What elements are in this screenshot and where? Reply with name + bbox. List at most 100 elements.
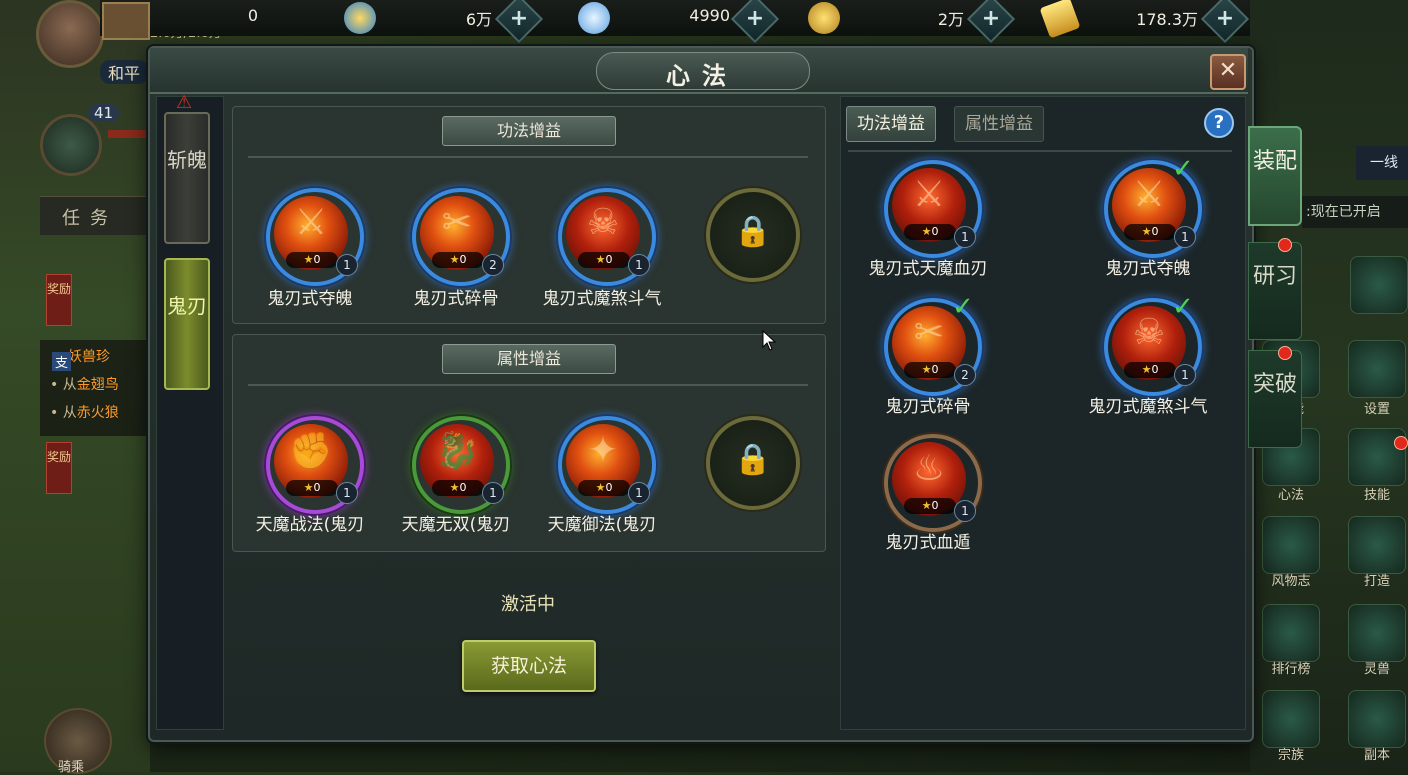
skill-name: 鬼刃式血遁 (885, 533, 971, 553)
player-level: 41 (88, 104, 120, 122)
menu-clan-icon[interactable] (1262, 690, 1320, 748)
section-header: 功法增益 (442, 116, 616, 146)
mount-label: 骑乘 (58, 760, 85, 775)
owned-skill-slot[interactable]: ☠ ✓ ★0 1 (1104, 292, 1202, 396)
star-count: ★0 (1124, 362, 1176, 378)
dialog-title: 心法 (666, 61, 738, 90)
mouse-cursor-icon (762, 330, 777, 351)
quest-title: 妖兽珍 (68, 349, 110, 365)
menu-label: 副本 (1363, 748, 1390, 763)
skill-slot[interactable]: ☠ ★0 1 (558, 188, 656, 286)
owned-skill-slot[interactable]: ♨ ★0 1 (884, 434, 982, 532)
resource-value: 6万 (465, 10, 492, 29)
tab-zhanpo[interactable]: 斩魄 (164, 112, 210, 244)
hp-bar (108, 130, 150, 138)
skill-level: 1 (1174, 364, 1196, 386)
bone-crush-icon: ✂ (441, 202, 473, 243)
task-label: 任务 (62, 208, 118, 229)
tab-attribute-bonus[interactable]: 属性增益 (954, 106, 1044, 142)
quest-prefix: • 从 (50, 405, 77, 421)
skill-slot[interactable]: ✦ ★0 1 (558, 416, 656, 514)
resource-value: 0 (247, 6, 258, 25)
star-count: ★0 (432, 252, 484, 268)
level-orb[interactable] (40, 114, 102, 176)
skill-level: 1 (336, 482, 358, 504)
skill-name: 天魔无双(鬼刃 (401, 515, 511, 535)
skill-level: 1 (954, 226, 976, 248)
owned-skill-slot[interactable]: ✂ ✓ ★0 2 (884, 292, 982, 396)
menu-codex-icon[interactable] (1262, 516, 1320, 574)
system-notice: :现在已开启 (1302, 196, 1408, 228)
star-count: ★0 (578, 480, 630, 496)
lock-icon: 🔒 (734, 442, 772, 477)
plus-icon: + (509, 6, 529, 32)
equipped-check-icon: ✓ (1172, 154, 1194, 184)
skill-level: 1 (628, 482, 650, 504)
skill-level: 1 (1174, 226, 1196, 248)
blade-icon: ⚔ (294, 202, 328, 243)
menu-label: 灵兽 (1363, 662, 1390, 677)
owned-skill-slot[interactable]: ⚔ ★0 1 (884, 160, 982, 258)
locked-slot[interactable]: 🔒 (706, 188, 800, 282)
tab-equip[interactable]: 装配 (1248, 126, 1302, 226)
lock-icon: 🔒 (734, 214, 772, 249)
acquire-xinfa-button[interactable]: 获取心法 (462, 640, 596, 692)
star-count: ★0 (432, 480, 484, 496)
skill-level: 1 (336, 254, 358, 276)
gold-coin-icon (808, 2, 840, 34)
menu-ranking-icon[interactable] (1262, 604, 1320, 662)
help-icon[interactable]: ? (1204, 108, 1234, 138)
book-icon[interactable] (102, 2, 150, 40)
fist-icon: ✊ (288, 431, 334, 472)
tab-breakthrough[interactable]: 突破 (1248, 350, 1302, 448)
skill-name: 鬼刃式夺魄 (1105, 259, 1191, 279)
divider (248, 384, 808, 386)
skill-name: 天魔战法(鬼刃 (255, 515, 365, 535)
skill-name: 鬼刃式夺魄 (267, 289, 353, 309)
skill-slot[interactable]: ⚔ ★0 1 (266, 188, 364, 286)
tab-skill-bonus[interactable]: 功法增益 (846, 106, 936, 142)
equipped-check-icon: ✓ (1172, 292, 1194, 322)
skill-level: 1 (628, 254, 650, 276)
quest-target[interactable]: 金翅鸟 (77, 377, 119, 393)
owned-skill-slot[interactable]: ⚔ ✓ ★0 1 (1104, 154, 1202, 258)
menu-pet-icon[interactable] (1348, 604, 1406, 662)
jade-disc-icon (578, 2, 610, 34)
fullscreen-icon[interactable] (1350, 256, 1408, 314)
skill-slot[interactable]: ✂ ★0 2 (412, 188, 510, 286)
menu-forge-icon[interactable] (1348, 516, 1406, 574)
section-header: 属性增益 (442, 344, 616, 374)
alert-dot (1394, 436, 1408, 450)
skill-level: 2 (482, 254, 504, 276)
slash-icon: ✦ (587, 430, 619, 471)
menu-label: 排行榜 (1271, 662, 1311, 677)
star-count: ★0 (904, 224, 956, 240)
player-avatar[interactable] (36, 0, 104, 68)
menu-label: 风物志 (1271, 574, 1311, 589)
tab-study[interactable]: 研习 (1248, 242, 1302, 340)
skill-level: 2 (954, 364, 976, 386)
quest-target[interactable]: 赤火狼 (77, 405, 119, 421)
channel-label[interactable]: 一线 (1356, 146, 1408, 180)
star-count: ★0 (578, 252, 630, 268)
skill-name: 鬼刃式碎骨 (413, 289, 499, 309)
skill-slot[interactable]: ✊ ★0 1 (266, 416, 364, 514)
tab-guiren[interactable]: 鬼刃 (164, 258, 210, 390)
menu-dungeon-icon[interactable] (1348, 690, 1406, 748)
reward-button[interactable]: 奖励 (46, 274, 72, 326)
divider (848, 150, 1232, 152)
blood-escape-icon: ♨ (912, 448, 946, 489)
plus-icon: + (745, 6, 765, 32)
star-count: ★0 (1124, 224, 1176, 240)
menu-label: 技能 (1363, 488, 1390, 503)
close-button[interactable]: ✕ (1210, 54, 1246, 90)
spiral-orb-icon (344, 2, 376, 34)
demon-face-icon: ☠ (586, 202, 620, 243)
skill-slot[interactable]: 🐉 ★0 1 (412, 416, 510, 514)
menu-label: 宗族 (1277, 748, 1304, 763)
locked-slot[interactable]: 🔒 (706, 416, 800, 510)
reward-button[interactable]: 奖励 (46, 442, 72, 494)
menu-label: 打造 (1363, 574, 1390, 589)
skill-level: 1 (954, 500, 976, 522)
menu-settings-icon[interactable] (1348, 340, 1406, 398)
